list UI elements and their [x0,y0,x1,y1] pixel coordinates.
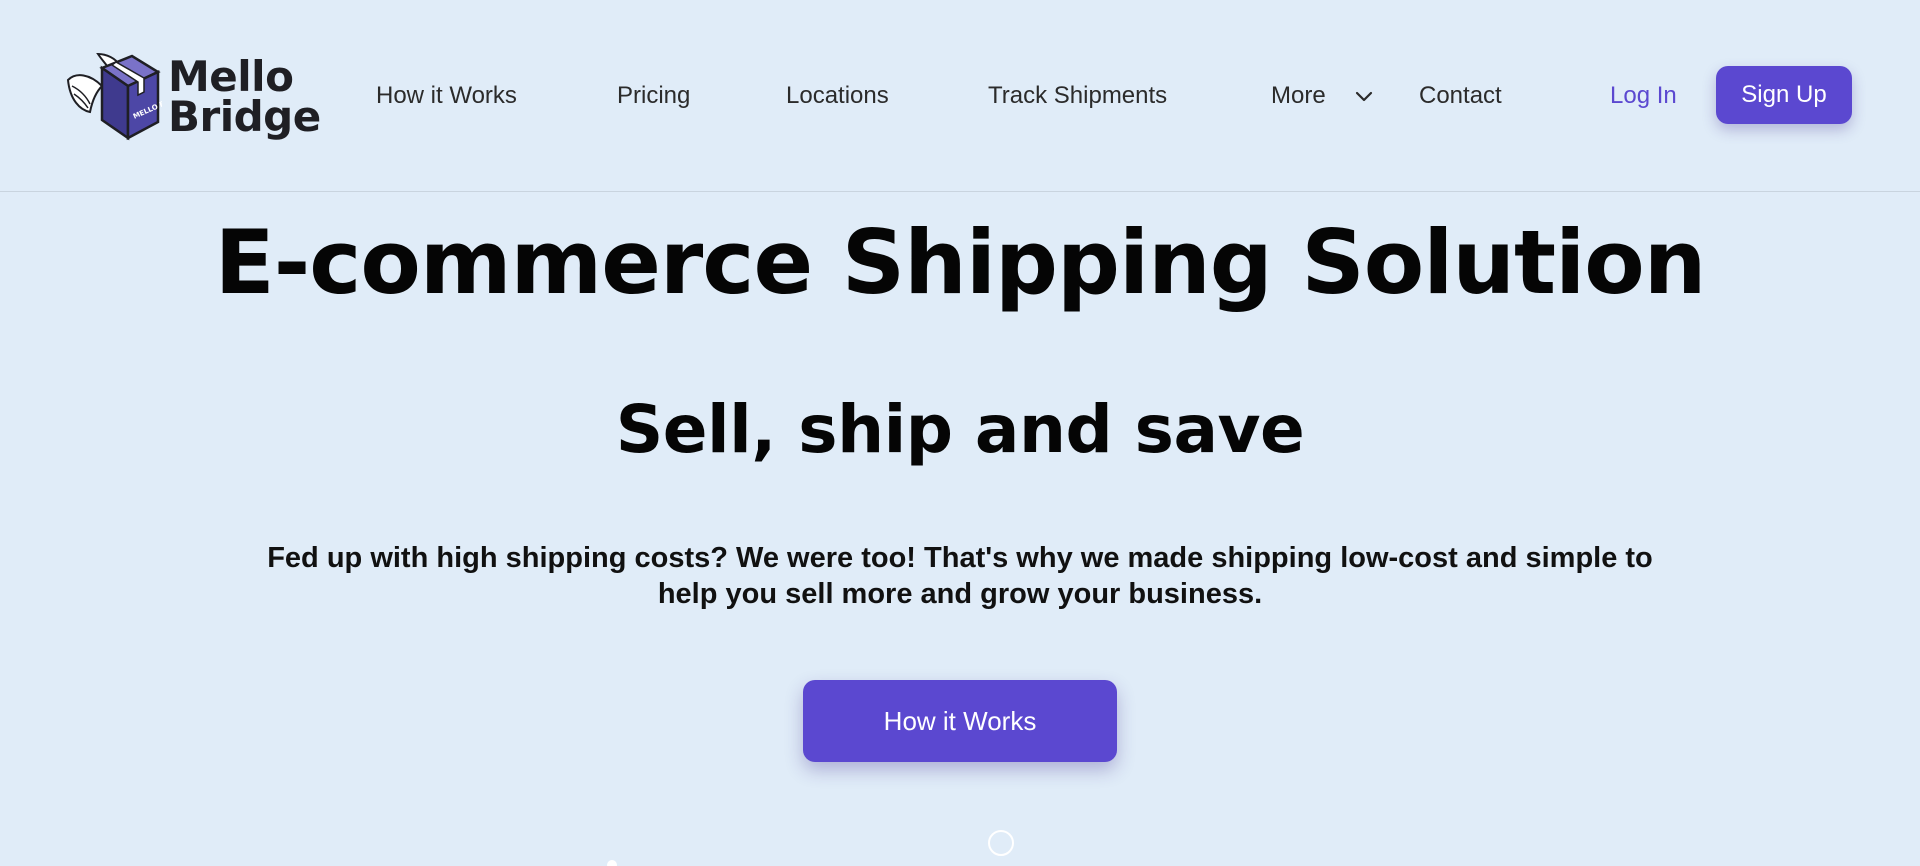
nav-how-it-works[interactable]: How it Works [376,76,517,116]
hero-description: Fed up with high shipping costs? We were… [267,542,1653,610]
login-link[interactable]: Log In [1610,76,1677,116]
site-header: MELLO BRIDGE Mello Bridge How it Works P… [0,0,1920,192]
scroll-indicator-icon [988,830,1014,856]
chevron-down-icon[interactable] [1352,84,1376,108]
nav-more[interactable]: More [1271,76,1326,116]
nav-locations[interactable]: Locations [786,76,889,116]
signup-button[interactable]: Sign Up [1716,66,1852,124]
how-it-works-button[interactable]: How it Works [803,680,1117,762]
nav-track-shipments[interactable]: Track Shipments [988,76,1167,116]
decorative-dot [607,860,617,866]
landing-page: MELLO BRIDGE Mello Bridge How it Works P… [0,0,1920,866]
hero-subtitle: Sell, ship and save [615,391,1305,468]
hero-title: E-commerce Shipping Solution [214,211,1707,314]
nav-contact[interactable]: Contact [1419,76,1502,116]
nav-pricing[interactable]: Pricing [617,76,690,116]
